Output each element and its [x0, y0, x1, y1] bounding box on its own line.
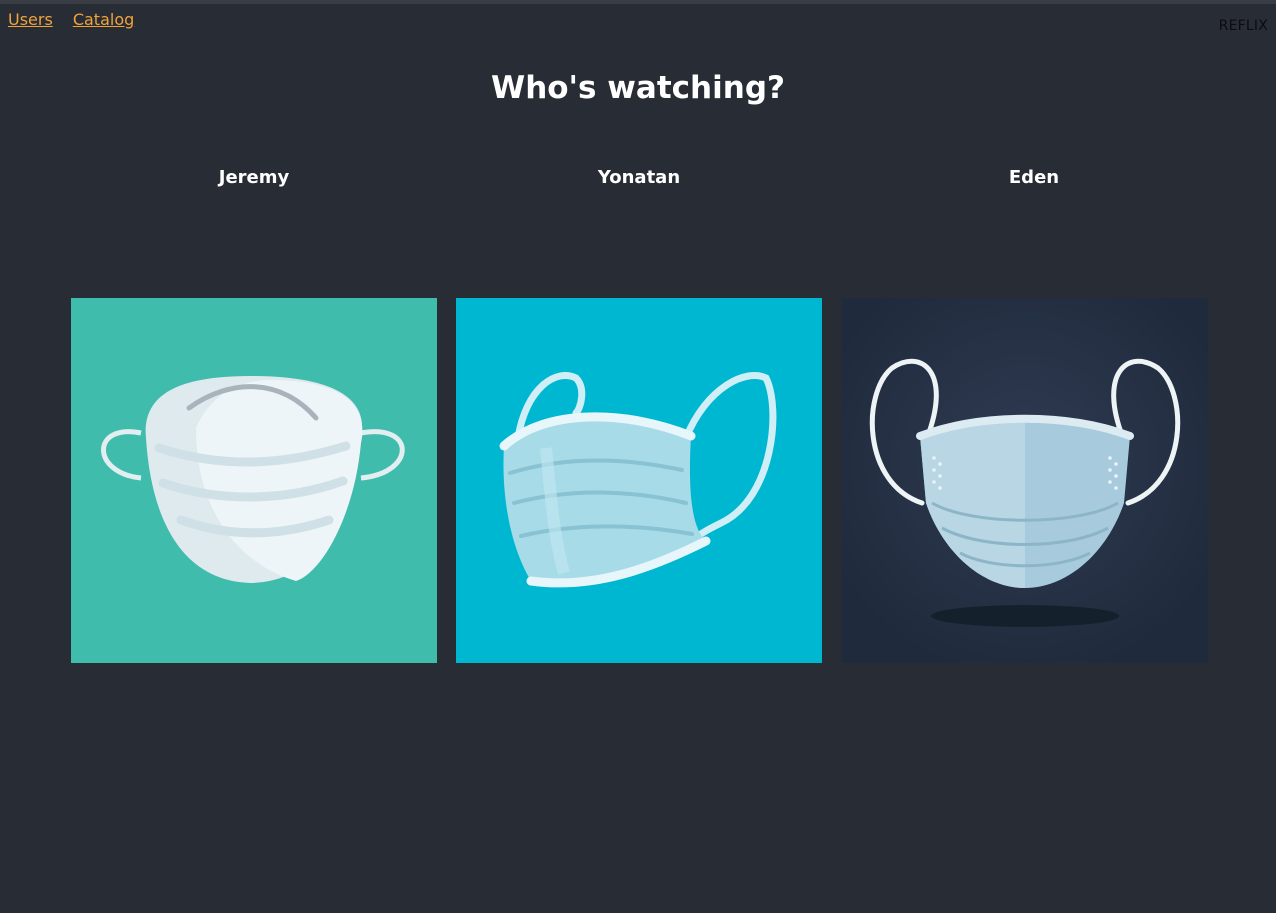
- user-avatar-eden[interactable]: [842, 298, 1208, 663]
- user-avatar-jeremy[interactable]: [71, 298, 437, 663]
- user-name-eden: Eden: [1008, 167, 1060, 188]
- top-nav: Users Catalog: [8, 10, 134, 29]
- user-avatar-yonatan[interactable]: [456, 298, 822, 663]
- app-logo: REFLIX: [1218, 18, 1268, 34]
- nav-link-users[interactable]: Users: [8, 10, 53, 29]
- user-name-jeremy: Jeremy: [218, 167, 290, 188]
- nav-link-catalog[interactable]: Catalog: [73, 10, 134, 29]
- n95-mask-icon: [71, 298, 437, 663]
- surgical-mask-side-icon: [456, 298, 822, 663]
- user-name-yonatan: Yonatan: [597, 167, 681, 188]
- surgical-mask-front-icon: [842, 298, 1208, 663]
- top-strip: [0, 0, 1276, 4]
- page-title: Who's watching?: [491, 70, 785, 106]
